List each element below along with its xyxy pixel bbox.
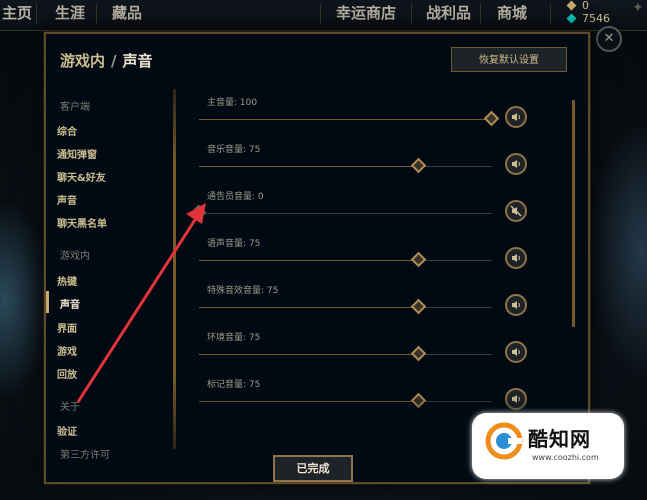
watermark: 酷知网 www.coozhi.com — [472, 413, 624, 479]
watermark-name: 酷知网 — [528, 427, 591, 451]
watermark-logo-icon — [485, 422, 523, 460]
annotation-arrow-line — [76, 211, 202, 403]
watermark-url: www.coozhi.com — [532, 453, 599, 462]
